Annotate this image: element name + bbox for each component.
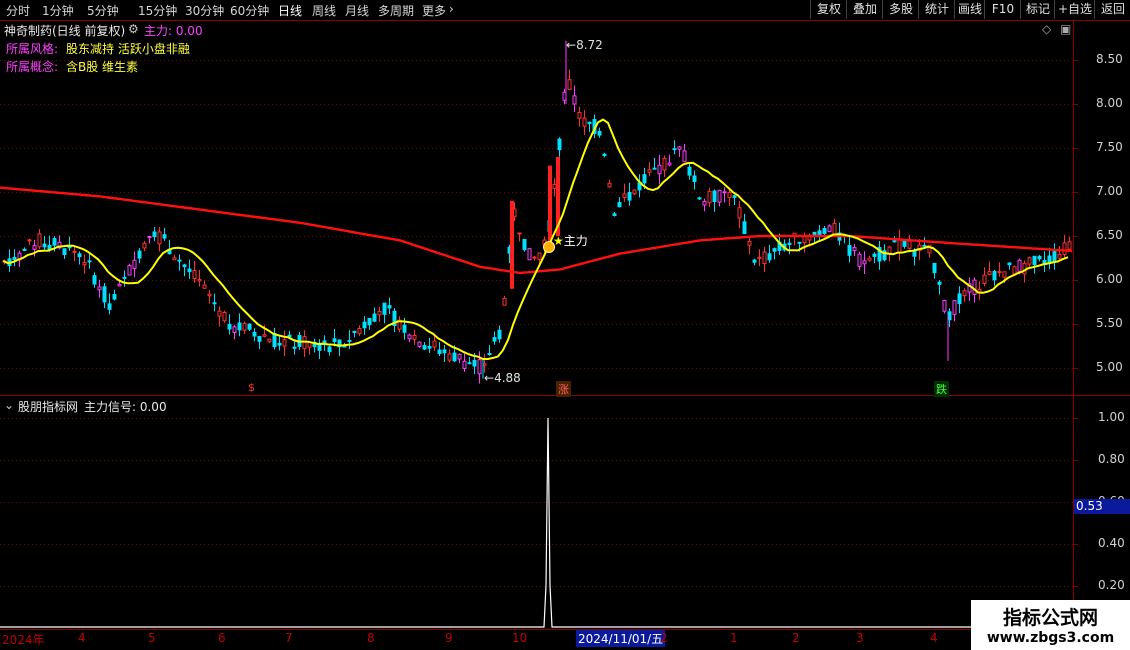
low-price-label: ←4.88: [484, 371, 521, 385]
style-value: 股东减持 活跃小盘非融: [66, 42, 190, 56]
sub-chart-title: 股朋指标网: [18, 400, 79, 414]
watermark-url: www.zbgs3.com: [986, 630, 1115, 646]
x-label: 9: [445, 631, 453, 645]
marker-fall: 跌: [934, 381, 949, 397]
price-tick: 7.00: [1096, 184, 1123, 198]
price-tick: 5.50: [1096, 316, 1123, 330]
cursor-date-tag: 2024/11/01/五: [576, 630, 666, 647]
x-label: 3: [856, 631, 864, 645]
price-tick: 6.50: [1096, 228, 1123, 242]
x-label: 1: [730, 631, 738, 645]
sub-tick: 1.00: [1098, 410, 1125, 424]
x-label: 7: [285, 631, 293, 645]
signal-label: ★主力: [553, 232, 588, 249]
arrow-icon: ←: [566, 38, 577, 52]
marker-rise: 涨: [556, 381, 571, 397]
sub-indicator-label: 主力信号: 0.00: [84, 400, 167, 414]
current-value-tag: 0.53: [1074, 499, 1130, 514]
chevron-down-icon[interactable]: ⌄: [4, 398, 14, 412]
price-tick: 5.00: [1096, 360, 1123, 374]
settings-icon[interactable]: ⚙: [128, 22, 139, 36]
high-value: 8.72: [576, 38, 603, 52]
kline-chart[interactable]: [0, 0, 1130, 650]
high-price-label: ←8.72: [566, 38, 603, 52]
concept-value: 含B股 维生素: [66, 60, 139, 74]
marker-dollar: $: [248, 381, 255, 394]
x-label: 6: [218, 631, 226, 645]
ma-long-line: [0, 186, 1073, 275]
signal-text: 主力: [563, 234, 588, 248]
style-label: 所属风格:: [6, 42, 59, 56]
price-tick: 6.00: [1096, 272, 1123, 286]
x-label: 4: [78, 631, 86, 645]
x-label: 2: [660, 631, 668, 645]
price-tick: 8.00: [1096, 96, 1123, 110]
window-toggle-icon[interactable]: ▣: [1060, 22, 1071, 36]
sub-tick: 0.80: [1098, 452, 1125, 466]
price-tick: 8.50: [1096, 52, 1123, 66]
grid-lines: [0, 20, 1130, 630]
candlesticks: [2, 40, 1072, 384]
indicator-label: 主力: 0.00: [144, 24, 203, 38]
concept-label: 所属概念:: [6, 60, 59, 74]
x-label: 8: [367, 631, 375, 645]
diamond-icon[interactable]: ◇: [1042, 22, 1051, 36]
sub-tick: 0.20: [1098, 578, 1125, 592]
x-label: 4: [930, 631, 938, 645]
low-value: 4.88: [494, 371, 521, 385]
star-icon: ★: [553, 234, 564, 248]
watermark-title: 指标公式网: [1002, 607, 1098, 629]
stock-title: 神奇制药(日线 前复权): [4, 24, 126, 38]
watermark: 指标公式网 www.zbgs3.com: [971, 600, 1130, 650]
x-label: 10: [512, 631, 528, 645]
arrow-icon: ←: [484, 371, 495, 385]
signal-line: [0, 417, 1073, 628]
sub-tick: 0.40: [1098, 536, 1125, 550]
x-label: 2: [792, 631, 800, 645]
price-tick: 7.50: [1096, 140, 1123, 154]
x-label: 5: [148, 631, 156, 645]
x-label: 2024年: [2, 633, 45, 647]
